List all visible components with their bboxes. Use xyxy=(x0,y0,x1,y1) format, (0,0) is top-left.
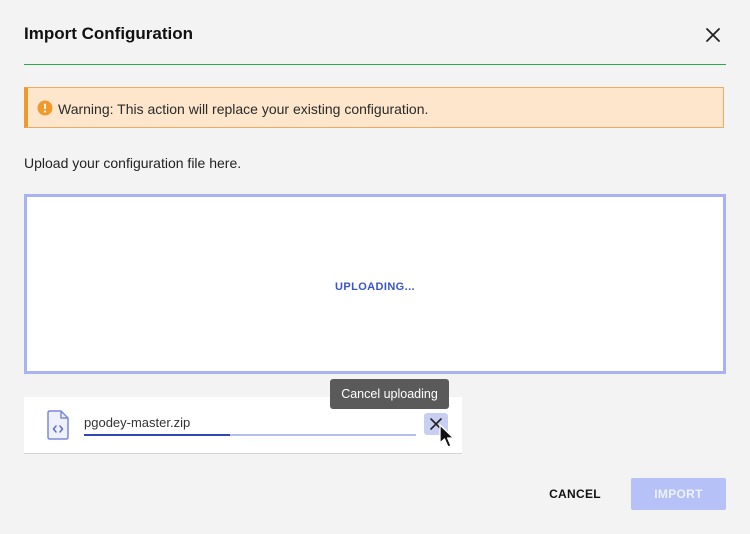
close-icon xyxy=(706,28,720,42)
file-dropzone[interactable]: UPLOADING... xyxy=(24,194,726,374)
upload-status: UPLOADING... xyxy=(335,281,415,293)
cancel-uploading-tooltip: Cancel uploading xyxy=(330,379,449,409)
code-file-icon xyxy=(47,410,69,440)
warning-text: Warning: This action will replace your e… xyxy=(58,101,429,117)
exclamation-circle-icon xyxy=(37,100,53,116)
close-button[interactable] xyxy=(704,26,722,44)
warning-banner: Warning: This action will replace your e… xyxy=(24,87,724,128)
cancel-button[interactable]: CANCEL xyxy=(540,478,610,510)
import-button[interactable]: IMPORT xyxy=(631,478,726,510)
mouse-pointer-icon xyxy=(439,424,455,448)
upload-progress-fill xyxy=(84,434,231,436)
upload-label: Upload your configuration file here. xyxy=(24,155,242,171)
dialog-title: Import Configuration xyxy=(24,24,194,43)
file-name: pgodey-master.zip xyxy=(84,415,191,430)
dialog-header: Import Configuration xyxy=(24,0,726,65)
upload-progress-bar xyxy=(84,434,416,436)
